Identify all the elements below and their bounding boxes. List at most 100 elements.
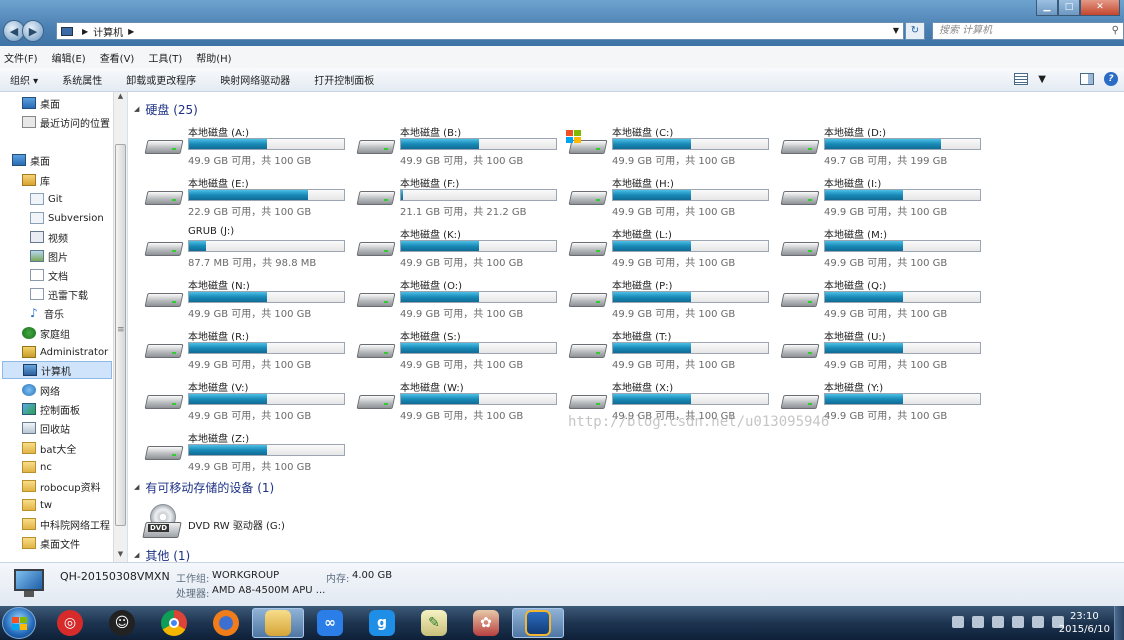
scrollbar-thumb[interactable] bbox=[115, 144, 126, 526]
show-desktop-button[interactable] bbox=[1114, 606, 1124, 640]
drive-item[interactable]: 本地磁盘 (M:) 49.9 GB 可用，共 100 GB bbox=[780, 224, 992, 272]
menu-edit[interactable]: 编辑(E) bbox=[52, 50, 86, 65]
system-properties-button[interactable]: 系统属性 bbox=[62, 72, 102, 87]
drive-item[interactable]: 本地磁盘 (W:) 49.9 GB 可用，共 100 GB bbox=[356, 377, 568, 425]
taskbar-app-9[interactable]: g bbox=[356, 608, 408, 638]
chevron-down-icon[interactable]: ▼ bbox=[893, 26, 899, 35]
drive-item[interactable]: 本地磁盘 (L:) 49.9 GB 可用，共 100 GB bbox=[568, 224, 780, 272]
preview-pane-icon[interactable] bbox=[1080, 73, 1094, 85]
menu-file[interactable]: 文件(F) bbox=[4, 50, 38, 65]
drive-item[interactable]: 本地磁盘 (R:) 49.9 GB 可用，共 100 GB bbox=[144, 326, 356, 374]
drive-item[interactable]: 本地磁盘 (F:) 21.1 GB 可用，共 21.2 GB bbox=[356, 173, 568, 221]
drive-item[interactable]: 本地磁盘 (H:) 49.9 GB 可用，共 100 GB bbox=[568, 173, 780, 221]
sidebar-item-libraries[interactable]: 库 bbox=[22, 171, 50, 189]
chevron-down-icon[interactable]: ▼ bbox=[1038, 74, 1046, 85]
drive-item[interactable]: 本地磁盘 (A:) 49.9 GB 可用，共 100 GB bbox=[144, 122, 356, 170]
drive-item[interactable]: 本地磁盘 (Q:) 49.9 GB 可用，共 100 GB bbox=[780, 275, 992, 323]
drive-item[interactable]: 本地磁盘 (S:) 49.9 GB 可用，共 100 GB bbox=[356, 326, 568, 374]
menu-view[interactable]: 查看(V) bbox=[100, 50, 135, 65]
sidebar-item-pictures[interactable]: 图片 bbox=[30, 247, 68, 265]
change-view-icon[interactable] bbox=[1014, 73, 1029, 85]
keyboard-icon[interactable] bbox=[952, 616, 964, 628]
collapse-triangle-icon[interactable]: ◢ bbox=[134, 105, 139, 113]
search-icon[interactable]: ⚲ bbox=[1112, 23, 1119, 39]
drive-item[interactable]: 本地磁盘 (U:) 49.9 GB 可用，共 100 GB bbox=[780, 326, 992, 374]
drive-item[interactable]: 本地磁盘 (T:) 49.9 GB 可用，共 100 GB bbox=[568, 326, 780, 374]
network-tray-icon[interactable] bbox=[1032, 616, 1044, 628]
clock[interactable]: 23:10 2015/6/10 bbox=[1059, 610, 1110, 636]
close-button[interactable]: ✕ bbox=[1080, 0, 1120, 16]
drive-item[interactable]: 本地磁盘 (B:) 49.9 GB 可用，共 100 GB bbox=[356, 122, 568, 170]
address-bar[interactable]: ▶ 计算机 ▶ ▼ bbox=[56, 22, 904, 40]
flag-icon[interactable] bbox=[992, 616, 1004, 628]
taskbar-app-netease-music[interactable]: ◎ bbox=[44, 608, 96, 638]
breadcrumb[interactable]: 计算机 bbox=[93, 24, 123, 39]
sidebar-item-recycle-bin[interactable]: 回收站 bbox=[22, 419, 70, 437]
sidebar-item-homegroup[interactable]: 家庭组 bbox=[22, 324, 70, 342]
dvd-drive-icon[interactable]: DVD bbox=[142, 504, 182, 540]
sidebar-item-computer[interactable]: 计算机 bbox=[2, 361, 112, 379]
scroll-up-arrow-icon[interactable]: ▲ bbox=[114, 92, 127, 104]
sidebar-scrollbar[interactable]: ▲ ▼ bbox=[113, 92, 127, 562]
start-button[interactable] bbox=[2, 607, 36, 639]
sidebar-item-control-panel[interactable]: 控制面板 bbox=[22, 400, 80, 418]
taskbar-app-explorer[interactable] bbox=[252, 608, 304, 638]
sidebar-item-music[interactable]: ♪ 音乐 bbox=[30, 304, 64, 322]
sidebar-item-xunlei[interactable]: 迅雷下载 bbox=[30, 285, 88, 303]
drive-item[interactable]: 本地磁盘 (N:) 49.9 GB 可用，共 100 GB bbox=[144, 275, 356, 323]
drive-item[interactable]: 本地磁盘 (I:) 49.9 GB 可用，共 100 GB bbox=[780, 173, 992, 221]
drive-item[interactable]: GRUB (J:) 87.7 MB 可用，共 98.8 MB bbox=[144, 224, 356, 272]
taskbar-app-virtualbox[interactable] bbox=[512, 608, 564, 638]
battery-icon[interactable] bbox=[1012, 616, 1024, 628]
help-icon[interactable]: ? bbox=[1104, 72, 1118, 86]
map-network-drive-button[interactable]: 映射网络驱动器 bbox=[220, 72, 290, 87]
group-other[interactable]: ◢ 其他 (1) bbox=[134, 546, 190, 563]
sidebar-item-bat[interactable]: bat大全 bbox=[22, 439, 76, 457]
sidebar-item-desktop[interactable]: 桌面 bbox=[12, 151, 50, 169]
taskbar-app-firefox[interactable] bbox=[200, 608, 252, 638]
menu-tools[interactable]: 工具(T) bbox=[148, 50, 182, 65]
ime-icon[interactable] bbox=[972, 616, 984, 628]
sidebar-item-subversion[interactable]: Subversion bbox=[30, 209, 104, 227]
menu-help[interactable]: 帮助(H) bbox=[196, 50, 231, 65]
sidebar-item-documents[interactable]: 文档 bbox=[30, 266, 68, 284]
drive-item[interactable]: 本地磁盘 (K:) 49.9 GB 可用，共 100 GB bbox=[356, 224, 568, 272]
drive-item[interactable]: 本地磁盘 (V:) 49.9 GB 可用，共 100 GB bbox=[144, 377, 356, 425]
group-removable[interactable]: ◢ 有可移动存储的设备 (1) bbox=[134, 478, 274, 496]
drive-item[interactable]: 本地磁盘 (P:) 49.9 GB 可用，共 100 GB bbox=[568, 275, 780, 323]
group-hard-disks[interactable]: ◢ 硬盘 (25) bbox=[134, 100, 198, 118]
sidebar-item-recent[interactable]: 最近访问的位置 bbox=[22, 113, 110, 131]
drive-item[interactable]: 本地磁盘 (O:) 49.9 GB 可用，共 100 GB bbox=[356, 275, 568, 323]
organize-button[interactable]: 组织 ▾ bbox=[10, 72, 38, 87]
taskbar-app-baidu-netdisk[interactable]: ∞ bbox=[304, 608, 356, 638]
maximize-button[interactable]: □ bbox=[1058, 0, 1080, 16]
search-input[interactable]: 搜索 计算机 ⚲ bbox=[932, 22, 1124, 40]
drive-item[interactable]: 本地磁盘 (C:) 49.9 GB 可用，共 100 GB bbox=[566, 122, 780, 170]
taskbar-app-qq[interactable]: ☺ bbox=[96, 608, 148, 638]
drive-item[interactable]: 本地磁盘 (Z:) 49.9 GB 可用，共 100 GB bbox=[144, 428, 356, 476]
taskbar-app-notepad-chart[interactable]: ✎ bbox=[408, 608, 460, 638]
collapse-triangle-icon[interactable]: ◢ bbox=[134, 551, 139, 559]
taskbar-app-anime[interactable]: ✿ bbox=[460, 608, 512, 638]
sidebar-item-cas-network[interactable]: 中科院网络工程 bbox=[22, 515, 112, 533]
sidebar-item-robocup[interactable]: robocup资料 bbox=[22, 477, 101, 495]
forward-button[interactable]: ▶ bbox=[22, 20, 44, 42]
dvd-drive-label[interactable]: DVD RW 驱动器 (G:) bbox=[188, 517, 285, 532]
sidebar-item-network[interactable]: 网络 bbox=[22, 381, 60, 399]
sidebar-item-nc[interactable]: nc bbox=[22, 458, 52, 476]
taskbar-app-chrome[interactable] bbox=[148, 608, 200, 638]
open-control-panel-button[interactable]: 打开控制面板 bbox=[314, 72, 374, 87]
drive-item[interactable]: 本地磁盘 (E:) 22.9 GB 可用，共 100 GB bbox=[144, 173, 356, 221]
scroll-down-arrow-icon[interactable]: ▼ bbox=[114, 550, 127, 562]
sidebar-item-desktop-fav[interactable]: 桌面 bbox=[22, 94, 60, 112]
drive-item[interactable]: 本地磁盘 (D:) 49.7 GB 可用，共 199 GB bbox=[780, 122, 992, 170]
sidebar-item-git[interactable]: Git bbox=[30, 190, 62, 208]
sidebar-item-tw[interactable]: tw bbox=[22, 496, 52, 514]
chevron-right-icon[interactable]: ▶ bbox=[128, 27, 134, 36]
collapse-triangle-icon[interactable]: ◢ bbox=[134, 483, 139, 491]
refresh-button[interactable]: ↻ bbox=[905, 22, 925, 40]
sidebar-item-desktop-files[interactable]: 桌面文件 bbox=[22, 534, 80, 552]
sidebar-item-administrator[interactable]: Administrator bbox=[22, 343, 108, 361]
uninstall-program-button[interactable]: 卸载或更改程序 bbox=[126, 72, 196, 87]
sidebar-item-videos[interactable]: 视频 bbox=[30, 228, 68, 246]
